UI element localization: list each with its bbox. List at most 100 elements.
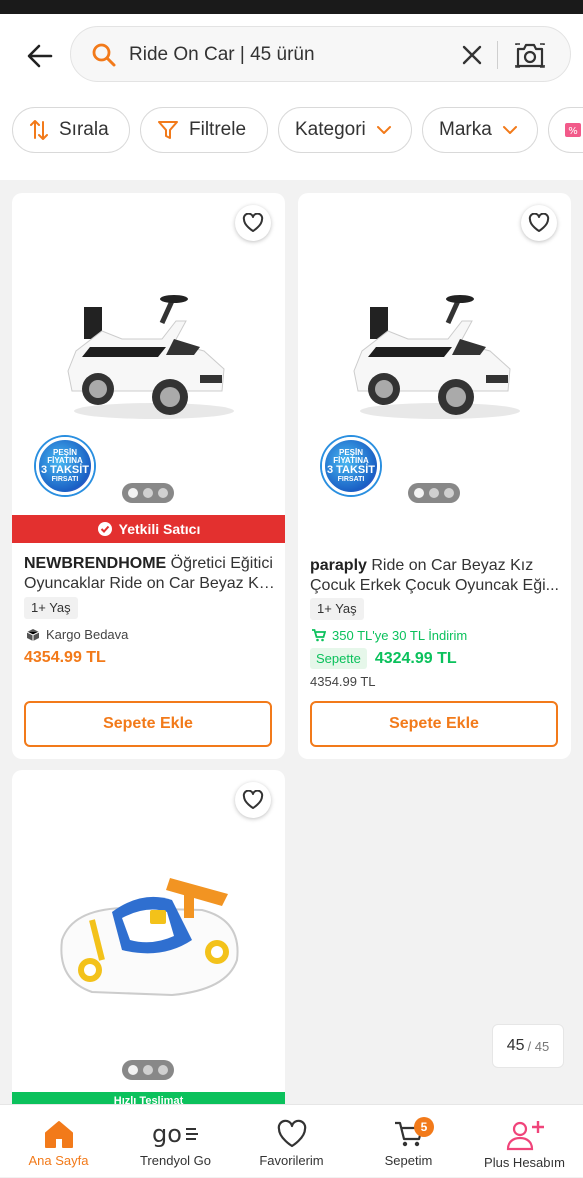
camera-search-button[interactable] — [513, 38, 547, 72]
back-button[interactable] — [22, 38, 58, 74]
sort-chip[interactable]: Sırala — [12, 107, 130, 153]
page-current: 45 — [506, 1037, 525, 1054]
discount-chip[interactable]: % — [548, 107, 583, 153]
camera-icon — [515, 43, 545, 68]
installment-badge: PEŞİN FİYATINA 3 TAKSİT FIRSATI — [36, 437, 94, 495]
product-image[interactable] — [62, 289, 242, 425]
page-total: / 45 — [527, 1038, 550, 1054]
tab-cart-label: Sepetim — [384, 1153, 433, 1168]
page-indicator: 45/ 45 — [492, 1024, 564, 1068]
home-icon — [44, 1121, 73, 1148]
image-carousel-dots[interactable] — [122, 1060, 174, 1080]
verified-icon — [97, 522, 112, 536]
top-bar: Ride On Car | 45 ürün Sırala Filtrele Ka… — [0, 14, 583, 180]
original-price: 4354.99 TL — [310, 674, 376, 689]
seller-label: Yetkili Satıcı — [118, 521, 201, 537]
clear-search-button[interactable] — [457, 40, 487, 70]
brand-label: Marka — [439, 119, 492, 140]
chevron-down-icon — [502, 126, 517, 134]
percent-tag-icon: % — [565, 123, 581, 137]
heart-icon — [242, 213, 264, 232]
carousel-dot — [143, 488, 153, 498]
add-user-icon — [506, 1121, 544, 1151]
favorite-button[interactable] — [235, 205, 271, 241]
tab-home[interactable]: Ana Sayfa — [0, 1105, 117, 1178]
carousel-dot — [128, 488, 138, 498]
box-icon — [26, 628, 40, 641]
bottom-tab-bar: Ana Sayfa go Trendyol Go Favorilerim Sep… — [0, 1104, 583, 1177]
product-brand: paraply — [310, 557, 367, 574]
product-price: 4354.99 TL — [24, 649, 106, 666]
product-card[interactable]: Hızlı Teslimat — [12, 770, 285, 1104]
add-to-cart-button[interactable]: Sepete Ekle — [310, 701, 558, 747]
badge-line1: PEŞİN FİYATINA — [333, 448, 369, 465]
category-label: Kategori — [295, 119, 366, 140]
chevron-down-icon — [376, 126, 391, 134]
product-image[interactable] — [52, 870, 252, 1010]
product-name-line2: Çocuk Erkek Çocuk Oyuncak Eği... — [310, 577, 559, 594]
carousel-dot — [143, 1065, 153, 1075]
cart-icon — [312, 629, 326, 642]
fast-delivery-banner: Hızlı Teslimat — [12, 1092, 285, 1104]
sort-icon — [30, 120, 48, 140]
category-chip[interactable]: Kategori — [278, 107, 412, 153]
status-bar — [0, 0, 583, 14]
carousel-dot — [158, 1065, 168, 1075]
product-image[interactable] — [348, 289, 528, 425]
arrow-left-icon — [27, 44, 53, 68]
product-brand: NEWBRENDHOME — [24, 555, 167, 572]
tab-cart[interactable]: Sepetim 5 — [350, 1105, 467, 1178]
brand-chip[interactable]: Marka — [422, 107, 538, 153]
product-card[interactable]: PEŞİN FİYATINA 3 TAKSİT FIRSATI Yetkili … — [12, 193, 285, 759]
tab-trendyol-go[interactable]: go Trendyol Go — [117, 1105, 234, 1178]
cart-price-tag: Sepette — [310, 648, 367, 669]
shipping-info: Kargo Bedava — [26, 627, 128, 642]
tab-trendyol-go-label: Trendyol Go — [139, 1153, 212, 1168]
badge-line1: PEŞİN FİYATINA — [47, 448, 83, 465]
tab-favorites[interactable]: Favorilerim — [233, 1105, 350, 1178]
add-to-cart-button[interactable]: Sepete Ekle — [24, 701, 272, 747]
search-icon — [92, 43, 116, 67]
product-title[interactable]: NEWBRENDHOME Öğretici Eğitici Oyuncaklar… — [24, 554, 276, 594]
tab-account-label: Plus Hesabım — [484, 1155, 565, 1170]
previous-card-bottom — [298, 166, 571, 180]
filter-chip[interactable]: Filtrele — [140, 107, 268, 153]
previous-card-bottom — [12, 166, 285, 180]
product-name-line2: Oyuncaklar Ride on Car Beyaz Kı... — [24, 575, 276, 592]
age-tag: 1+ Yaş — [24, 597, 78, 619]
svg-text:go: go — [152, 1120, 182, 1148]
image-carousel-dots[interactable] — [122, 483, 174, 503]
carousel-dot — [158, 488, 168, 498]
search-query[interactable]: Ride On Car | 45 ürün — [129, 44, 315, 66]
product-title[interactable]: paraply Ride on Car Beyaz Kız Çocuk Erke… — [310, 556, 562, 596]
filter-chips: Sırala Filtrele Kategori Marka % — [12, 107, 583, 155]
close-icon — [462, 45, 482, 65]
cart-count-badge: 5 — [414, 1117, 434, 1137]
image-carousel-dots[interactable] — [408, 483, 460, 503]
sort-label: Sırala — [59, 119, 109, 140]
product-name-line1: Öğretici Eğitici — [166, 555, 273, 572]
tab-account[interactable]: Plus Hesabım — [466, 1105, 583, 1178]
product-card[interactable]: PEŞİN FİYATINA 3 TAKSİT FIRSATI paraply … — [298, 193, 571, 759]
product-name-line1: Ride on Car Beyaz Kız — [366, 557, 534, 574]
carousel-dot — [128, 1065, 138, 1075]
badge-line3: FIRSATI — [337, 476, 365, 483]
svg-text:%: % — [568, 126, 578, 137]
heart-icon — [242, 790, 264, 809]
favorite-button[interactable] — [235, 782, 271, 818]
tab-home-label: Ana Sayfa — [28, 1153, 89, 1168]
promotion-info: 350 TL'ye 30 TL İndirim — [312, 628, 467, 643]
cart-price: Sepette 4324.99 TL — [310, 648, 457, 669]
promotion-label: 350 TL'ye 30 TL İndirim — [332, 628, 468, 643]
installment-badge: PEŞİN FİYATINA 3 TAKSİT FIRSATI — [322, 437, 380, 495]
carousel-dot — [444, 488, 454, 498]
badge-line2: 3 TAKSİT — [40, 464, 90, 476]
shipping-label: Kargo Bedava — [46, 627, 129, 642]
search-divider — [497, 41, 498, 69]
carousel-dot — [414, 488, 424, 498]
go-logo-icon: go — [152, 1120, 198, 1148]
badge-line3: FIRSATI — [51, 476, 79, 483]
search-bar[interactable]: Ride On Car | 45 ürün — [70, 26, 571, 82]
favorite-button[interactable] — [521, 205, 557, 241]
filter-label: Filtrele — [189, 119, 247, 140]
